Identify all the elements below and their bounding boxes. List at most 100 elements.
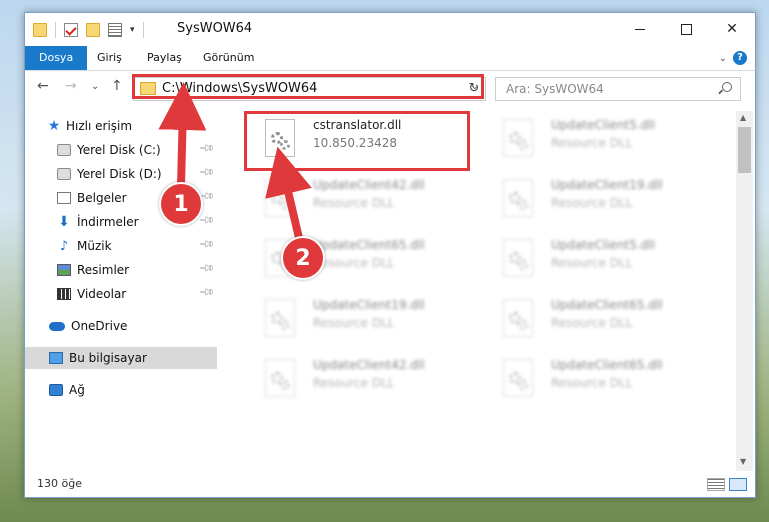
ribbon-divider xyxy=(25,70,755,71)
dll-gear-icon xyxy=(503,179,533,217)
tab-dosya[interactable]: Dosya xyxy=(25,46,88,70)
sidebar-item-onedrive[interactable]: OneDrive xyxy=(25,315,217,337)
sidebar-item-quick-access[interactable]: ★ Hızlı erişim xyxy=(25,115,239,137)
file-type: Resource DLL xyxy=(313,256,395,270)
file-item[interactable]: UpdateClient19.dll Resource DLL xyxy=(483,173,703,223)
maximize-button[interactable] xyxy=(663,13,709,45)
file-name: UpdateClient65.dll xyxy=(551,358,663,372)
file-type: Resource DLL xyxy=(551,136,633,150)
sidebar-item-label: OneDrive xyxy=(71,319,128,333)
sidebar-item-label: İndirmeler xyxy=(77,215,139,229)
file-item[interactable]: UpdateClient65.dll Resource DLL xyxy=(483,353,703,403)
dll-gear-icon xyxy=(503,119,533,157)
file-type: Resource DLL xyxy=(551,316,633,330)
pin-icon[interactable]: 📌︎ xyxy=(198,140,215,157)
file-item[interactable]: UpdateClient42.dll Resource DLL xyxy=(245,353,465,403)
search-box[interactable]: Ara: SysWOW64 xyxy=(495,77,741,101)
rename-icon[interactable] xyxy=(108,23,122,37)
tab-paylas[interactable]: Paylaş xyxy=(133,46,196,70)
pin-icon[interactable]: 📌︎ xyxy=(198,284,215,301)
computer-icon xyxy=(49,352,63,364)
forward-arrow-icon[interactable]: → xyxy=(65,78,77,94)
close-button[interactable]: ✕ xyxy=(709,13,755,45)
sidebar-item-label: Videolar xyxy=(77,287,127,301)
sidebar-item-label: Resimler xyxy=(77,263,130,277)
toolbar-divider xyxy=(142,22,144,38)
status-bar: 130 öğe xyxy=(25,473,755,495)
properties-check-icon[interactable] xyxy=(64,23,78,37)
file-type: Resource DLL xyxy=(313,196,395,210)
vertical-scrollbar[interactable]: ▲ ▼ xyxy=(736,111,753,471)
dll-gear-icon xyxy=(503,299,533,337)
sidebar-item-music[interactable]: ♪ Müzik 📌︎ xyxy=(25,235,217,257)
sidebar-item-label: Ağ xyxy=(69,383,85,397)
folder-icon[interactable] xyxy=(33,23,47,37)
ribbon-tools: ⌄ ? xyxy=(719,51,747,65)
dll-gear-icon xyxy=(265,179,295,217)
sidebar-item-label: Belgeler xyxy=(77,191,127,205)
minimize-button[interactable] xyxy=(617,13,663,45)
file-name: UpdateClient65.dll xyxy=(313,238,425,252)
sidebar-item-label: Yerel Disk (C:) xyxy=(77,143,161,157)
file-name: UpdateClient65.dll xyxy=(551,298,663,312)
cloud-icon xyxy=(49,321,65,331)
recent-locations-chevron-icon[interactable]: ⌄ xyxy=(91,81,99,92)
close-icon: ✕ xyxy=(726,21,738,37)
sidebar-item-this-pc[interactable]: Bu bilgisayar xyxy=(25,347,217,369)
new-folder-icon[interactable] xyxy=(86,23,100,37)
item-count: 130 öğe xyxy=(37,477,82,490)
pin-icon[interactable]: 📌︎ xyxy=(198,260,215,277)
pin-icon[interactable]: 📌︎ xyxy=(198,164,215,181)
sidebar-item-label: Yerel Disk (D:) xyxy=(77,167,162,181)
expand-ribbon-chevron-icon[interactable]: ⌄ xyxy=(719,53,727,64)
quick-access-toolbar: ▾ xyxy=(33,22,144,38)
scroll-down-icon[interactable]: ▼ xyxy=(740,457,746,466)
tab-giris[interactable]: Giriş xyxy=(83,46,136,70)
file-item[interactable]: UpdateClient19.dll Resource DLL xyxy=(245,293,465,343)
sidebar-item-network[interactable]: Ağ xyxy=(25,379,217,401)
download-icon: ⬇ xyxy=(58,214,70,230)
search-input[interactable]: Ara: SysWOW64 xyxy=(506,82,604,96)
sidebar-item-label: Bu bilgisayar xyxy=(69,351,147,365)
sidebar-item-pictures[interactable]: Resimler 📌︎ xyxy=(25,259,217,281)
document-icon xyxy=(57,192,71,204)
dll-gear-icon xyxy=(503,359,533,397)
file-highlight-box xyxy=(244,111,470,171)
maximize-icon xyxy=(680,23,692,35)
address-highlight-box xyxy=(132,74,484,99)
file-name: UpdateClient5.dll xyxy=(551,118,655,132)
back-arrow-icon[interactable]: ← xyxy=(37,78,49,94)
pin-icon[interactable]: 📌︎ xyxy=(198,236,215,253)
file-type: Resource DLL xyxy=(551,196,633,210)
sidebar-item-local-disk-c[interactable]: Yerel Disk (C:) 📌︎ xyxy=(25,139,217,161)
scroll-up-icon[interactable]: ▲ xyxy=(740,113,746,122)
up-arrow-icon[interactable]: ↑ xyxy=(111,78,123,94)
tab-gorunum[interactable]: Görünüm xyxy=(189,46,268,70)
file-type: Resource DLL xyxy=(313,316,395,330)
sidebar-item-local-disk-d[interactable]: Yerel Disk (D:) 📌︎ xyxy=(25,163,217,185)
scroll-thumb[interactable] xyxy=(738,127,751,173)
help-icon[interactable]: ? xyxy=(733,51,747,65)
customize-toolbar-dropdown-icon[interactable]: ▾ xyxy=(130,25,135,35)
details-view-icon[interactable] xyxy=(707,478,725,491)
dll-gear-icon xyxy=(503,239,533,277)
file-name: UpdateClient19.dll xyxy=(551,178,663,192)
file-item[interactable]: UpdateClient5.dll Resource DLL xyxy=(483,233,703,283)
disk-icon xyxy=(57,144,71,156)
star-icon: ★ xyxy=(47,118,61,134)
sidebar-item-videos[interactable]: Videolar 📌︎ xyxy=(25,283,217,305)
file-item[interactable]: UpdateClient42.dll Resource DLL xyxy=(245,173,465,223)
title-bar: ▾ SysWOW64 ✕ xyxy=(25,13,755,46)
file-type: Resource DLL xyxy=(551,256,633,270)
file-item[interactable]: UpdateClient65.dll Resource DLL xyxy=(245,233,465,283)
sidebar-item-label: Hızlı erişim xyxy=(66,119,133,133)
dll-gear-icon xyxy=(265,299,295,337)
pin-icon[interactable]: 📌︎ xyxy=(198,212,215,229)
ribbon-tabs: Dosya Giriş Paylaş Görünüm xyxy=(25,46,755,70)
navigation-pane: ★ Hızlı erişim Yerel Disk (C:) 📌︎ Yerel … xyxy=(25,111,217,451)
music-icon: ♪ xyxy=(59,238,69,254)
search-icon[interactable] xyxy=(722,82,732,92)
large-icons-view-icon[interactable] xyxy=(729,478,747,491)
file-item[interactable]: UpdateClient65.dll Resource DLL xyxy=(483,293,703,343)
file-item[interactable]: UpdateClient5.dll Resource DLL xyxy=(483,113,703,163)
